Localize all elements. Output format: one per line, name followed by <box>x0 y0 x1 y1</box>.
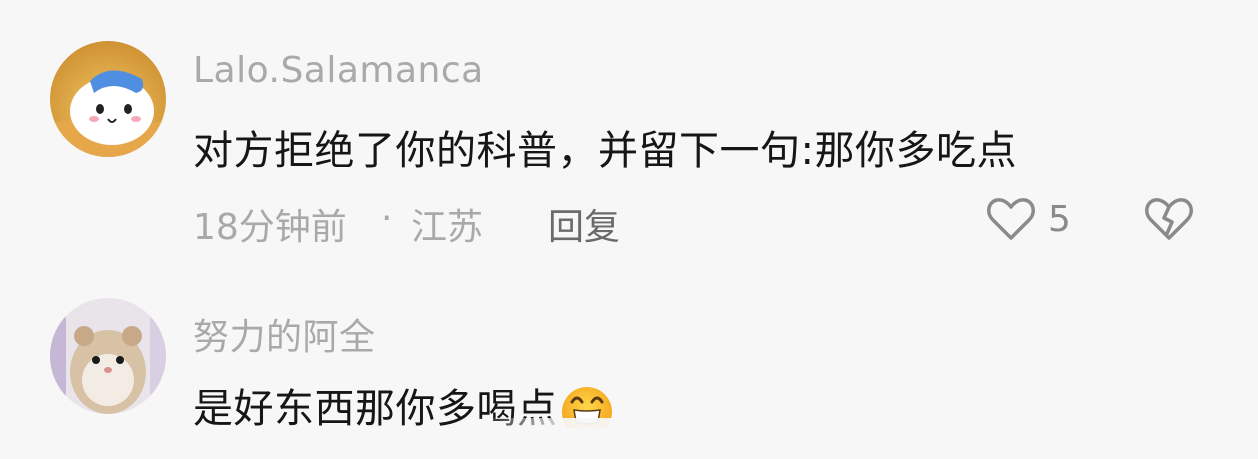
dislike-button[interactable] <box>1144 196 1194 246</box>
comment-username[interactable]: 努力的阿全 <box>193 308 376 360</box>
broken-heart-icon <box>1145 198 1193 240</box>
reply-button[interactable]: 回复 <box>548 198 620 250</box>
comment-item: Lalo.Salamanca 对方拒绝了你的科普，并留下一句:那你多吃点 18分… <box>0 0 1258 290</box>
comment-list: Lalo.Salamanca 对方拒绝了你的科普，并留下一句:那你多吃点 18分… <box>0 0 1258 459</box>
comment-username[interactable]: Lalo.Salamanca <box>193 50 484 91</box>
comment-text: 对方拒绝了你的科普，并留下一句:那你多吃点 <box>193 128 1017 174</box>
hamster-avatar-icon <box>50 298 166 414</box>
comment-time: 18分钟前 <box>193 207 347 248</box>
meta-separator: · <box>381 198 393 239</box>
like-count: 5 <box>1048 198 1071 240</box>
bottom-fade-overlay <box>480 418 780 459</box>
heart-icon <box>987 198 1035 240</box>
cartoon-avatar-icon <box>50 41 166 157</box>
comment-location: 江苏 <box>411 207 484 248</box>
like-button[interactable]: 5 <box>986 196 1071 242</box>
user-avatar[interactable] <box>50 298 166 414</box>
user-avatar[interactable] <box>50 41 166 157</box>
